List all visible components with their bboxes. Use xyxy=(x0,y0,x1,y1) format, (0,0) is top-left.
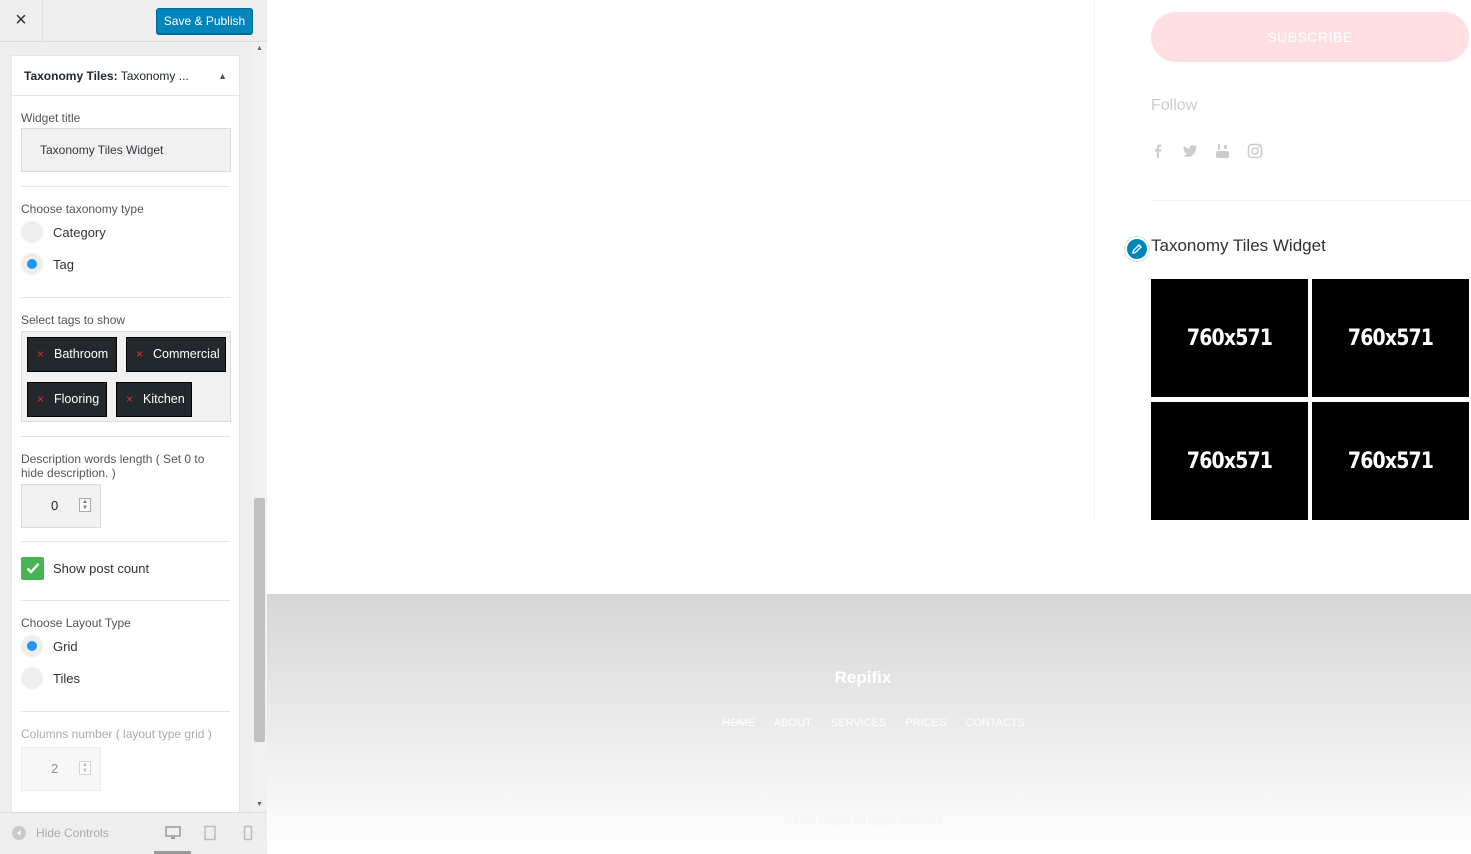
columns-number-label: Columns number ( layout type grid ) xyxy=(21,727,212,741)
description-length-input[interactable]: 0 ▲ ▼ xyxy=(21,484,101,528)
edit-widget-shortcut-button[interactable] xyxy=(1125,237,1149,261)
tile-label: 760x571 xyxy=(1186,448,1273,474)
number-spinner-icon[interactable]: ▲ ▼ xyxy=(79,498,91,512)
scroll-up-arrow-icon[interactable]: ▲ xyxy=(256,45,263,52)
tile-label: 760x571 xyxy=(1347,325,1434,351)
remove-tag-icon[interactable]: × xyxy=(37,383,44,416)
menu-item-contacts[interactable]: CONTACTS xyxy=(965,717,1025,729)
youtube-icon[interactable] xyxy=(1215,143,1230,159)
close-customizer-button[interactable]: × xyxy=(0,0,43,41)
layout-type-label: Choose Layout Type xyxy=(21,616,131,630)
twitter-icon[interactable] xyxy=(1182,143,1198,159)
widget-divider xyxy=(1151,200,1471,201)
tag-chip[interactable]: × Commercial xyxy=(126,337,226,372)
subscribe-button[interactable]: SUBSCRIBE xyxy=(1151,12,1469,62)
tag-chip[interactable]: × Kitchen xyxy=(116,382,192,417)
tile-label: 760x571 xyxy=(1186,325,1273,351)
site-preview: SUBSCRIBE Follow Taxonomy Tiles Widget 7… xyxy=(267,0,1471,854)
widget-header-title: Taxonomy Tiles: Taxonomy ... xyxy=(24,68,189,83)
collapse-arrow-icon[interactable]: ▲ xyxy=(218,71,227,81)
tag-label: Commercial xyxy=(153,347,220,361)
tag-chip[interactable]: × Bathroom xyxy=(27,337,117,372)
tag-label: Flooring xyxy=(54,392,100,406)
tag-label: Bathroom xyxy=(54,347,109,361)
tag-label: Kitchen xyxy=(143,392,185,406)
mobile-preview-icon[interactable] xyxy=(240,825,256,841)
customizer-header: × Save & Publish xyxy=(0,0,267,42)
post-count-checkbox[interactable] xyxy=(21,556,44,580)
radio-tiles[interactable]: Tiles xyxy=(21,663,230,693)
instagram-icon[interactable] xyxy=(1247,143,1263,159)
select-tags-label: Select tags to show xyxy=(21,313,126,327)
remove-tag-icon[interactable]: × xyxy=(136,338,143,371)
show-post-count-row[interactable]: Show post count xyxy=(21,556,230,580)
tags-select[interactable]: × Bathroom × Commercial × Flooring × Kit… xyxy=(21,331,231,422)
radio-tag[interactable]: Tag xyxy=(21,249,230,279)
widget-form: Taxonomy Tiles: Taxonomy ... ▲ Widget ti… xyxy=(11,55,240,812)
hide-controls-label: Hide Controls xyxy=(36,826,109,840)
tile-label: 760x571 xyxy=(1347,448,1434,474)
columns-number-input[interactable]: 2 ▲ ▼ xyxy=(21,747,101,791)
controls-scroll-area: Taxonomy Tiles: Taxonomy ... ▲ Widget ti… xyxy=(0,42,252,812)
scrollbar-thumb[interactable] xyxy=(254,498,265,742)
radio-button-selected[interactable] xyxy=(21,253,43,275)
number-value: 0 xyxy=(51,498,59,513)
description-length-label: Description words length ( Set 0 to hide… xyxy=(21,452,205,480)
radio-grid[interactable]: Grid xyxy=(21,631,230,661)
radio-button-selected[interactable] xyxy=(21,635,43,657)
widget-title-label: Widget title xyxy=(21,111,81,125)
radio-label: Tag xyxy=(53,256,74,272)
checkbox-label: Show post count xyxy=(53,560,150,576)
radio-button[interactable] xyxy=(21,221,43,243)
radio-category[interactable]: Category xyxy=(21,217,230,247)
hide-controls-button[interactable]: Hide Controls xyxy=(12,826,109,840)
desktop-preview-icon[interactable] xyxy=(165,825,181,841)
scroll-down-arrow-icon[interactable]: ▼ xyxy=(256,801,263,808)
taxonomy-tile[interactable]: 760x571 xyxy=(1312,402,1469,520)
sidebar-scrollbar[interactable]: ▲ ▼ xyxy=(252,42,267,812)
follow-heading: Follow xyxy=(1151,97,1198,114)
customizer-sidebar: × Save & Publish Taxonomy Tiles: Taxonom… xyxy=(0,0,267,854)
widget-title-input[interactable]: Taxonomy Tiles Widget xyxy=(21,128,231,172)
copyright-text: © 2019 Repifix. All Rights Reserved xyxy=(783,816,943,827)
social-links xyxy=(1151,143,1263,159)
preview-widget-title: Taxonomy Tiles Widget xyxy=(1151,236,1326,255)
collapse-circle-icon xyxy=(12,826,26,840)
tablet-preview-icon[interactable] xyxy=(202,825,218,841)
radio-label: Category xyxy=(53,224,106,240)
number-spinner-icon[interactable]: ▲ ▼ xyxy=(79,761,91,775)
tag-chip[interactable]: × Flooring xyxy=(27,382,107,417)
remove-tag-icon[interactable]: × xyxy=(37,338,44,371)
checkmark-icon xyxy=(26,562,39,574)
close-icon: × xyxy=(15,9,27,31)
footer-site-name[interactable]: Repifix xyxy=(267,668,1459,688)
number-value: 2 xyxy=(51,761,59,776)
radio-label: Tiles xyxy=(53,670,80,686)
radio-label: Grid xyxy=(53,638,78,654)
site-footer: Repifix HOME ABOUT SERVICES PRICES CONTA… xyxy=(267,594,1471,854)
widget-header[interactable]: Taxonomy Tiles: Taxonomy ... ▲ xyxy=(12,56,239,96)
preview-sidebar-column: SUBSCRIBE Follow Taxonomy Tiles Widget 7… xyxy=(1094,0,1471,521)
taxonomy-tile[interactable]: 760x571 xyxy=(1312,279,1469,397)
facebook-icon[interactable] xyxy=(1151,143,1165,159)
menu-item-home[interactable]: HOME xyxy=(722,717,755,729)
taxonomy-tile[interactable]: 760x571 xyxy=(1151,402,1308,520)
taxonomy-tile[interactable]: 760x571 xyxy=(1151,279,1308,397)
menu-item-prices[interactable]: PRICES xyxy=(905,717,946,729)
menu-item-about[interactable]: ABOUT xyxy=(774,717,812,729)
footer-menu: HOME ABOUT SERVICES PRICES CONTACTS xyxy=(722,717,1025,729)
radio-button[interactable] xyxy=(21,667,43,689)
pencil-icon xyxy=(1132,244,1142,254)
customizer-footer: Hide Controls xyxy=(0,812,267,854)
remove-tag-icon[interactable]: × xyxy=(126,383,133,416)
save-publish-button[interactable]: Save & Publish xyxy=(156,8,253,34)
menu-item-services[interactable]: SERVICES xyxy=(831,717,886,729)
taxonomy-type-label: Choose taxonomy type xyxy=(21,202,144,216)
